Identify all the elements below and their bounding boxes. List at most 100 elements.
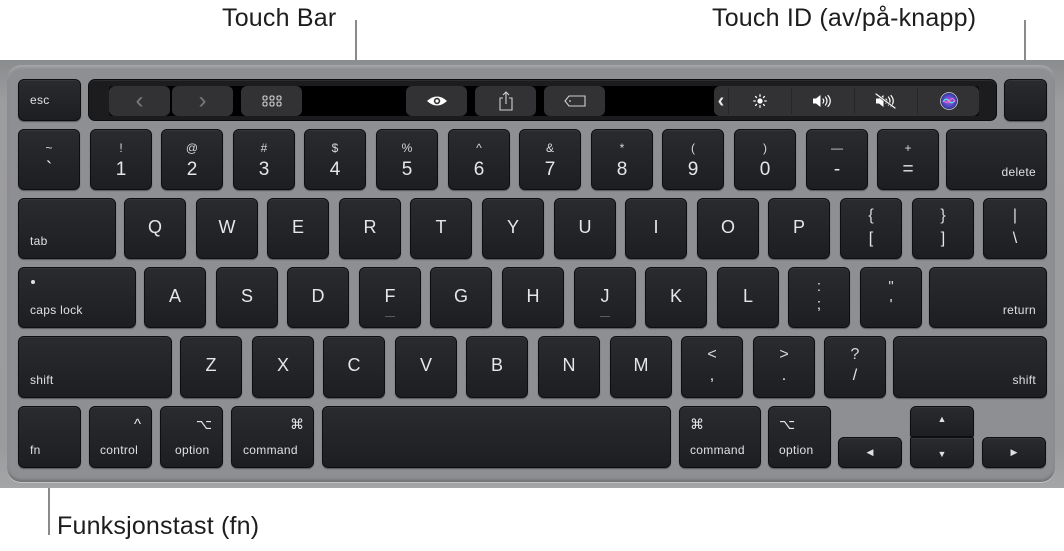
key-symbol[interactable]: } ]	[912, 198, 974, 259]
key-shift-symbol: *	[619, 141, 625, 155]
key-number-row[interactable]: @ 2	[161, 129, 223, 190]
key-option-left-label: option	[175, 443, 210, 457]
touch-bar-share-button[interactable]	[475, 86, 536, 116]
key-letter-label: F	[384, 286, 396, 306]
key-letter[interactable]: V	[395, 336, 457, 398]
touch-bar-grid-button[interactable]	[241, 86, 302, 116]
touch-bar-tag-button[interactable]	[544, 86, 605, 116]
brightness-button[interactable]	[729, 86, 790, 116]
touch-bar-quick-look-button[interactable]	[406, 86, 467, 116]
key-letter[interactable]: N	[538, 336, 600, 398]
key-command-right[interactable]: ⌘ command	[679, 406, 761, 468]
key-return-label: return	[1002, 303, 1036, 317]
key-number-row[interactable]: — -	[806, 129, 868, 190]
key-letter[interactable]: K	[645, 267, 707, 328]
key-letter[interactable]: T	[410, 198, 472, 259]
key-shift-symbol: $	[331, 141, 339, 155]
key-letter[interactable]: M	[610, 336, 672, 398]
key-letter[interactable]: Y	[482, 198, 544, 259]
key-number-row[interactable]: + =	[877, 129, 939, 190]
key-number-row[interactable]: ^ 6	[448, 129, 510, 190]
key-shift-symbol: |	[1012, 207, 1018, 224]
key-esc[interactable]: esc	[18, 79, 81, 121]
key-letter[interactable]: G	[430, 267, 492, 328]
key-letter[interactable]: A	[144, 267, 206, 328]
volume-button[interactable]	[792, 86, 853, 116]
key-letter[interactable]: O	[697, 198, 759, 259]
key-number-row[interactable]: ( 9	[662, 129, 724, 190]
key-caps-lock[interactable]: caps lock	[18, 267, 136, 328]
share-icon	[498, 91, 513, 111]
key-number-row[interactable]: $ 4	[304, 129, 366, 190]
key-space[interactable]	[322, 406, 671, 468]
key-letter-label: D	[311, 286, 325, 306]
key-letter[interactable]: S	[216, 267, 278, 328]
key-symbol[interactable]: ? /	[824, 336, 886, 398]
key-number-row[interactable]: % 5	[376, 129, 438, 190]
key-base-symbol: ]	[940, 230, 946, 247]
key-arrow-down[interactable]: ▼	[910, 437, 974, 468]
key-option-left[interactable]: ⌥ option	[160, 406, 223, 468]
key-return[interactable]: return	[929, 267, 1047, 328]
key-letter[interactable]: X	[252, 336, 314, 398]
key-letter[interactable]: D	[287, 267, 349, 328]
key-control[interactable]: ^ control	[89, 406, 152, 468]
key-delete[interactable]: delete	[946, 129, 1047, 190]
key-letter[interactable]: I	[625, 198, 687, 259]
key-number-row[interactable]: & 7	[519, 129, 581, 190]
key-arrow-up[interactable]: ▲	[910, 406, 974, 437]
key-symbol[interactable]: : ;	[788, 267, 850, 328]
key-shift-symbol: —	[831, 141, 843, 155]
control-strip-collapse-button[interactable]: ‹	[714, 86, 728, 116]
option-symbol-icon: ⌥	[779, 416, 796, 432]
key-number-row[interactable]: ~ `	[18, 129, 80, 190]
key-letter[interactable]: Q	[124, 198, 186, 259]
key-letter[interactable]: R	[339, 198, 401, 259]
key-symbol[interactable]: | \	[983, 198, 1047, 259]
key-arrow-right[interactable]: ▶	[982, 437, 1046, 468]
key-letter[interactable]: U	[554, 198, 616, 259]
key-shift-symbol: %	[401, 141, 413, 155]
key-shift-right[interactable]: shift	[893, 336, 1047, 398]
key-number-row[interactable]: # 3	[233, 129, 295, 190]
key-letter[interactable]: F	[359, 267, 421, 328]
key-esc-label: esc	[30, 93, 50, 107]
key-command-left[interactable]: ⌘ command	[231, 406, 314, 468]
key-letter-label: B	[490, 355, 503, 375]
siri-button[interactable]	[918, 86, 979, 116]
key-base-symbol: /	[852, 367, 858, 384]
touch-id-button[interactable]	[1004, 79, 1047, 121]
key-letter[interactable]: B	[466, 336, 528, 398]
command-symbol-icon: ⌘	[290, 416, 304, 432]
key-shift-symbol: &	[545, 141, 554, 155]
key-fn[interactable]: fn	[18, 406, 81, 468]
key-letter-label: A	[168, 286, 181, 306]
key-number-row[interactable]: ! 1	[90, 129, 152, 190]
mute-button[interactable]	[855, 86, 916, 116]
touch-bar-forward-button[interactable]: ›	[172, 86, 233, 116]
key-number-row[interactable]: * 8	[591, 129, 653, 190]
key-shift-symbol: <	[707, 346, 717, 363]
key-letter[interactable]: C	[323, 336, 385, 398]
key-option-right[interactable]: ⌥ option	[768, 406, 831, 468]
key-letter[interactable]: H	[502, 267, 564, 328]
key-base-symbol: 9	[687, 159, 699, 180]
key-letter[interactable]: W	[196, 198, 258, 259]
touch-bar[interactable]: ‹ › ‹	[88, 79, 997, 121]
key-symbol[interactable]: > .	[753, 336, 815, 398]
key-letter[interactable]: J	[574, 267, 636, 328]
mute-icon	[874, 93, 896, 109]
key-symbol[interactable]: < ,	[681, 336, 743, 398]
key-option-right-label: option	[779, 443, 814, 457]
key-symbol[interactable]: { [	[840, 198, 902, 259]
key-letter[interactable]: Z	[180, 336, 242, 398]
key-symbol[interactable]: " '	[860, 267, 922, 328]
key-shift-left[interactable]: shift	[18, 336, 172, 398]
key-tab[interactable]: tab	[18, 198, 116, 259]
key-letter[interactable]: P	[768, 198, 830, 259]
key-arrow-left[interactable]: ◀	[838, 437, 902, 468]
touch-bar-back-button[interactable]: ‹	[109, 86, 170, 116]
key-letter[interactable]: L	[717, 267, 779, 328]
key-letter[interactable]: E	[267, 198, 329, 259]
key-number-row[interactable]: ) 0	[734, 129, 796, 190]
